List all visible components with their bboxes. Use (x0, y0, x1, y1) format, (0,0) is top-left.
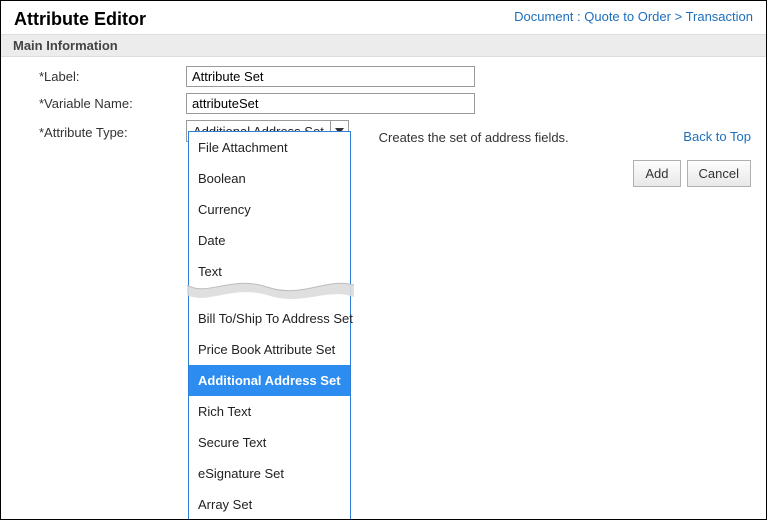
dropdown-option[interactable]: Rich Text (189, 396, 350, 427)
breadcrumb: Document : Quote to Order > Transaction (514, 9, 753, 24)
page-title: Attribute Editor (14, 9, 146, 30)
dropdown-option[interactable]: Price Book Attribute Set (189, 334, 350, 365)
dropdown-option[interactable]: Boolean (189, 163, 350, 194)
breadcrumb-sep: > (671, 9, 686, 24)
dropdown-option[interactable]: Array Set (189, 489, 350, 520)
attribute-type-helper: Creates the set of address fields. (379, 130, 569, 145)
dropdown-option[interactable]: Text (189, 256, 350, 287)
dropdown-option[interactable]: File Attachment (189, 132, 350, 163)
cancel-button[interactable]: Cancel (687, 160, 751, 187)
dropdown-option[interactable]: Bill To/Ship To Address Set (189, 303, 350, 334)
attribute-type-label: *Attribute Type: (1, 125, 186, 140)
breadcrumb-doc-link[interactable]: Quote to Order (584, 9, 671, 24)
dropdown-option[interactable]: Additional Address Set (189, 365, 350, 396)
section-main-header: Main Information (1, 34, 766, 57)
variable-name-label: *Variable Name: (1, 96, 186, 111)
label-input[interactable] (186, 66, 475, 87)
dropdown-option[interactable]: Secure Text (189, 427, 350, 458)
dropdown-option[interactable]: Date (189, 225, 350, 256)
add-button[interactable]: Add (633, 160, 680, 187)
torn-paper-divider (189, 287, 350, 303)
variable-name-input[interactable] (186, 93, 475, 114)
breadcrumb-page-link[interactable]: Transaction (686, 9, 753, 24)
back-to-top-link[interactable]: Back to Top (683, 129, 751, 144)
dropdown-option[interactable]: eSignature Set (189, 458, 350, 489)
dropdown-option[interactable]: Currency (189, 194, 350, 225)
label-field-label: *Label: (1, 69, 186, 84)
breadcrumb-prefix: Document : (514, 9, 584, 24)
attribute-type-dropdown[interactable]: File AttachmentBooleanCurrencyDateText B… (188, 131, 351, 520)
